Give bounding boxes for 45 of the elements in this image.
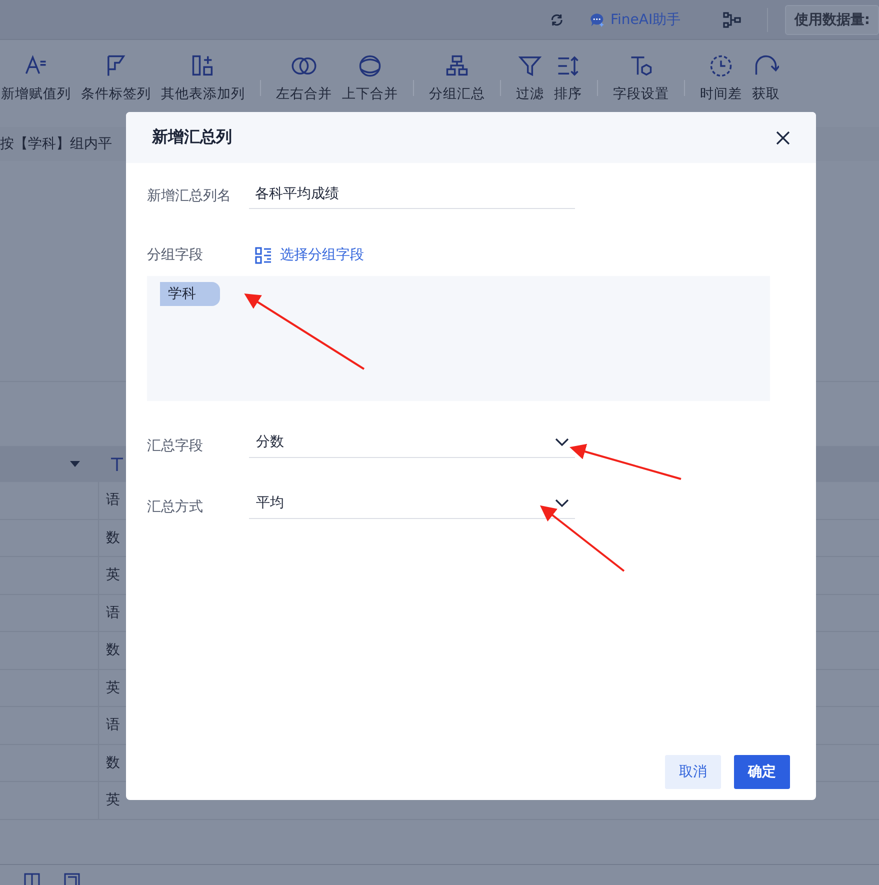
layout-icon[interactable] [24,873,40,885]
chevron-down-icon [555,499,569,507]
table-cell-text: 英 [105,566,120,586]
dropdown-select[interactable]: 平均 [249,494,575,519]
table-cell-text: 数 [105,754,120,773]
toolbar-button[interactable]: 排序 [549,52,587,102]
field-label: 汇总方式 [147,498,204,516]
field-tag[interactable]: 学科 [160,282,220,306]
close-button[interactable] [776,130,790,144]
toolbar-button[interactable]: 过滤 [511,52,549,102]
sphere-icon [357,52,383,78]
data-usage-label: 使用数据量: [785,4,879,34]
table-cell-text: 语 [105,716,120,736]
hierarchy-icon [444,52,470,78]
toolbar-button[interactable]: 获取 [747,52,785,102]
table-cell-text: 英 [105,678,120,698]
table-cell-text: 数 [105,528,120,548]
field-label: 汇总字段 [147,436,204,454]
text-type-icon [110,457,124,471]
toolbar-button[interactable]: 时间差 [695,52,747,102]
cancel-button[interactable]: 取消 [665,755,721,789]
table-cell-text: 语 [105,491,120,510]
toolbar-button[interactable]: 左右合并 [271,52,337,102]
dropdown-triangle-icon[interactable] [70,461,80,467]
field-label: 新增汇总列名 [147,187,232,205]
toolbar-button[interactable]: 其他表添加列 [156,52,250,102]
toolbar-button[interactable]: 分组汇总 [424,52,490,102]
table-cell-text: 数 [105,641,120,660]
confirm-button[interactable]: 确定 [734,755,790,789]
toolbar-button[interactable]: 字段设置 [608,52,674,102]
table-cell-text: 英 [105,791,120,810]
toolbar-button[interactable]: 新增赋值列 [0,52,76,102]
list-icon [255,246,272,264]
chevron-down-icon [555,438,569,446]
close-icon [776,130,790,144]
flow-icon[interactable] [722,12,741,28]
toolbar-button[interactable]: 条件标签列 [76,52,156,102]
dialog-title: 新增汇总列 [152,127,232,148]
panel-icon[interactable] [64,873,80,885]
table-cell-text: 语 [105,604,120,623]
toolbar-button[interactable]: 上下合并 [337,52,403,102]
field-label: 分组字段 [147,246,204,264]
select-fields-link[interactable]: 选择分组字段 [255,246,364,264]
dropdown-select[interactable]: 分数 [249,433,575,458]
clock-icon [708,52,734,78]
